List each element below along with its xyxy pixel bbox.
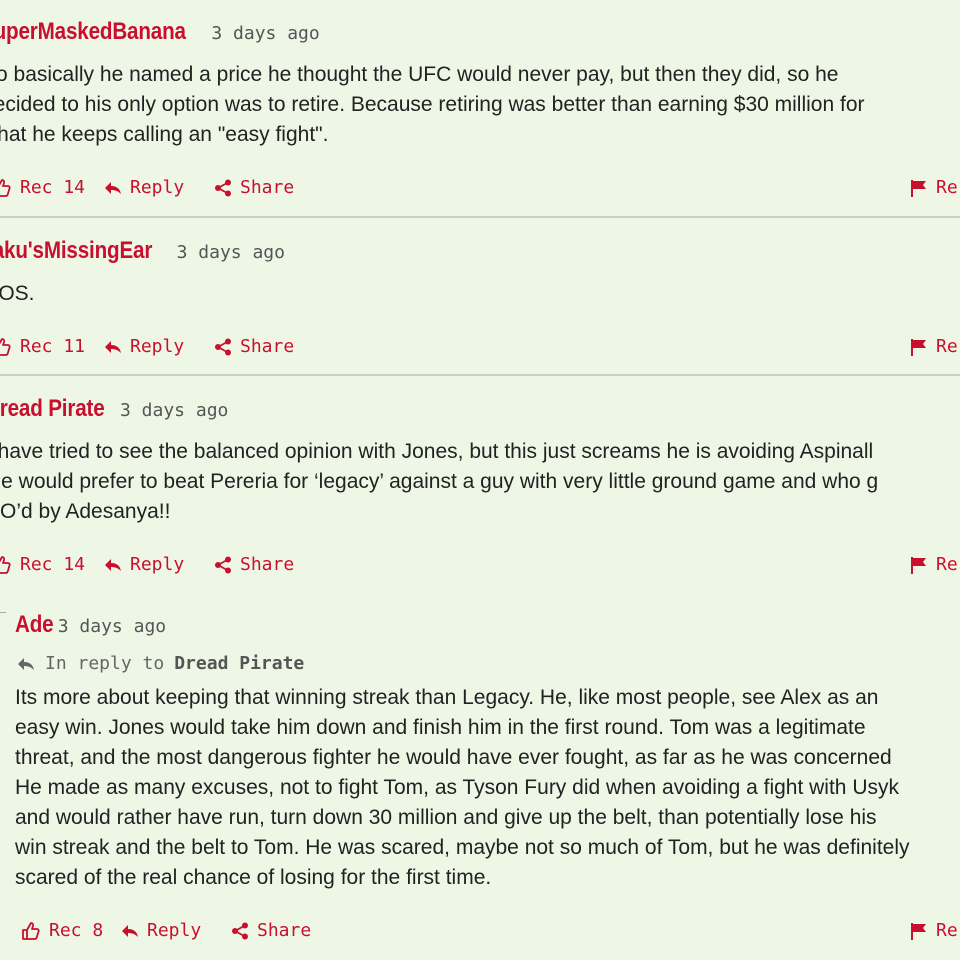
recommend-count: Rec 8	[49, 920, 104, 941]
comment-line: threat, and the most dangerous fighter h…	[15, 746, 892, 769]
comment-author[interactable]: Ade	[15, 611, 54, 639]
share-icon	[215, 338, 231, 355]
report-label: Re	[936, 177, 958, 198]
share-button[interactable]: Share	[231, 920, 311, 941]
comment-actions: Rec 14 Reply Share Re	[0, 554, 960, 580]
thumbs-up-icon	[0, 555, 11, 574]
comment-author[interactable]: Baku'sMissingEar	[0, 237, 152, 265]
flag-icon	[911, 179, 926, 197]
reply-arrow-icon	[18, 657, 34, 670]
comment-body: Its more about keeping that winning stre…	[15, 683, 960, 893]
reply-button[interactable]: Reply	[104, 554, 184, 575]
in-reply-to-label: In reply to	[45, 653, 165, 674]
share-button[interactable]: Share	[214, 554, 294, 575]
comment-actions: Rec 11 Reply Share Re	[0, 336, 960, 362]
comment-line: QOS.	[0, 282, 35, 305]
report-label: Re	[936, 920, 958, 941]
reply-button[interactable]: Reply	[121, 920, 201, 941]
comment-actions: Rec 8 Reply Share Re	[0, 920, 960, 946]
comment-timestamp: 3 days ago	[120, 400, 229, 421]
comment-author[interactable]: Dread Pirate	[0, 395, 105, 423]
thread-connector	[0, 612, 6, 613]
recommend-count: Rec 14	[20, 177, 86, 198]
report-label: Re	[936, 554, 958, 575]
reply-arrow-icon	[122, 924, 138, 937]
comment-header: SuperMaskedBanana 3 days ago	[0, 18, 320, 46]
comment-line: what he keeps calling an "easy fight".	[0, 123, 329, 146]
comment-line: He made as many excuses, not to fight To…	[15, 776, 899, 799]
comment-line: So basically he named a price he thought…	[0, 63, 839, 86]
report-label: Re	[936, 336, 958, 357]
report-button[interactable]: Re	[910, 920, 958, 941]
recommend-button[interactable]: Rec 8	[21, 920, 103, 941]
report-button[interactable]: Re	[910, 554, 958, 575]
thumbs-up-icon	[0, 178, 11, 197]
reply-button[interactable]: Reply	[104, 177, 184, 198]
comment-header: Ade 3 days ago	[15, 611, 166, 639]
divider	[0, 374, 960, 376]
divider	[0, 216, 960, 218]
reply-label: Reply	[130, 554, 185, 575]
reply-arrow-icon	[105, 558, 121, 571]
in-reply-to-user[interactable]: Dread Pirate	[174, 653, 304, 674]
flag-icon	[911, 556, 926, 574]
comment-line: easy win. Jones would take him down and …	[15, 716, 866, 739]
share-icon	[215, 556, 231, 573]
comment-timestamp: 3 days ago	[176, 242, 285, 263]
reply-label: Reply	[130, 336, 185, 357]
recommend-button[interactable]: Rec 14	[0, 177, 85, 198]
flag-icon	[911, 922, 926, 940]
flag-icon	[911, 338, 926, 356]
in-reply-to[interactable]: In reply to Dread Pirate	[17, 653, 304, 674]
reply-label: Reply	[147, 920, 202, 941]
comment-body: I have tried to see the balanced opinion…	[0, 437, 960, 527]
recommend-count: Rec 11	[20, 336, 86, 357]
share-label: Share	[240, 177, 295, 198]
comment-header: Baku'sMissingEar 3 days ago	[0, 237, 285, 265]
reply-arrow-icon	[105, 340, 121, 353]
report-button[interactable]: Re	[910, 177, 958, 198]
share-icon	[232, 922, 248, 939]
comment-line: KO’d by Adesanya!!	[0, 500, 171, 523]
thumbs-up-icon	[22, 921, 40, 940]
comment-line: win streak and the belt to Tom. He was s…	[15, 836, 910, 859]
comment-author[interactable]: SuperMaskedBanana	[0, 18, 186, 46]
reply-arrow-icon	[105, 181, 121, 194]
comment-line: He would prefer to beat Pereria for ‘leg…	[0, 470, 879, 493]
share-button[interactable]: Share	[214, 336, 294, 357]
comment-timestamp: 3 days ago	[211, 23, 320, 44]
comment-line: decided to his only option was to retire…	[0, 93, 865, 116]
comment-line: and would rather have run, turn down 30 …	[15, 806, 877, 829]
comment-line: scared of the real chance of losing for …	[15, 866, 492, 889]
reply-label: Reply	[130, 177, 185, 198]
share-label: Share	[257, 920, 312, 941]
comment-line: I have tried to see the balanced opinion…	[0, 440, 874, 463]
comment-header: Dread Pirate 3 days ago	[0, 395, 228, 423]
comment-actions: Rec 14 Reply Share Re	[0, 177, 960, 203]
comment-body: QOS.	[0, 279, 960, 309]
reply-button[interactable]: Reply	[104, 336, 184, 357]
thumbs-up-icon	[0, 337, 11, 356]
recommend-button[interactable]: Rec 14	[0, 554, 85, 575]
share-label: Share	[240, 336, 295, 357]
comment-timestamp: 3 days ago	[57, 616, 167, 637]
recommend-button[interactable]: Rec 11	[0, 336, 85, 357]
comment-line: Its more about keeping that winning stre…	[15, 686, 879, 709]
share-button[interactable]: Share	[214, 177, 294, 198]
share-label: Share	[240, 554, 295, 575]
comment-body: So basically he named a price he thought…	[0, 60, 960, 150]
report-button[interactable]: Re	[910, 336, 958, 357]
share-icon	[215, 179, 231, 196]
recommend-count: Rec 14	[20, 554, 86, 575]
